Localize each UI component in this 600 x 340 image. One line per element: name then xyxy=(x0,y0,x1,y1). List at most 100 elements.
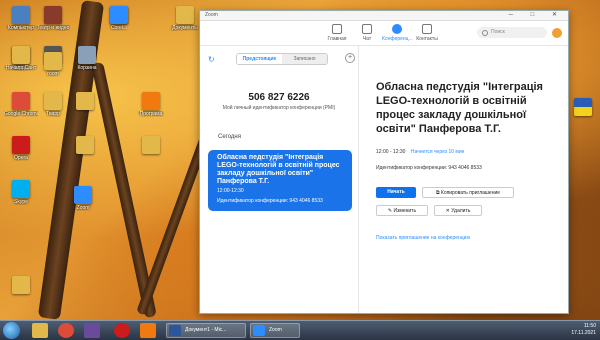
search-input[interactable]: Поиск xyxy=(477,27,547,38)
desktop-icon[interactable]: Тварр xyxy=(36,92,70,117)
app-icon xyxy=(78,46,96,64)
app-icon xyxy=(12,6,30,24)
meetings-tabs: Предстоящие Записано xyxy=(236,53,328,65)
copy-invite-button[interactable]: ⧉ Копировать приглашение xyxy=(422,187,514,198)
app-icon xyxy=(76,136,94,154)
system-clock[interactable]: 11:50 17.11.2021 xyxy=(571,323,596,337)
start-button[interactable]: Начать xyxy=(376,187,416,198)
desktop-icon[interactable] xyxy=(68,92,102,111)
desktop-icon[interactable]: Opera xyxy=(4,136,38,161)
chrome-icon[interactable] xyxy=(58,323,74,338)
explorer-icon[interactable] xyxy=(32,323,48,338)
meetings-list-pane: ↻ Предстоящие Записано + 506 827 6226 Мо… xyxy=(200,45,359,313)
app-icon xyxy=(74,186,92,204)
task-zoom-label: Zoom xyxy=(269,327,282,333)
add-meeting-icon[interactable]: + xyxy=(345,53,355,63)
start-button[interactable] xyxy=(3,322,20,339)
meeting-card[interactable]: Обласна педстудія "Інтеграція LEGO-техно… xyxy=(208,150,352,211)
app-icon xyxy=(12,276,30,294)
desktop-icon-flag[interactable] xyxy=(566,98,600,116)
opera-icon[interactable] xyxy=(114,323,130,338)
copy-invite-label: Копировать приглашение xyxy=(440,190,501,196)
nav-chat-label: Чат xyxy=(362,36,372,42)
desktop-icon-label: Начало Сайт xyxy=(5,65,37,71)
desktop-icon[interactable]: room xyxy=(36,52,70,77)
meeting-id: Идентификатор конференции: 943 4046 8533 xyxy=(376,165,482,171)
nav-meetings[interactable]: Конференц... xyxy=(382,24,413,42)
desktop-icon[interactable]: Театр и видео xyxy=(36,6,70,31)
app-icon xyxy=(176,6,194,24)
contacts-icon xyxy=(422,24,432,34)
media-icon[interactable] xyxy=(84,323,100,338)
pmi-label: Мой личный идентификатор конференции (PM… xyxy=(222,105,336,111)
app-icon xyxy=(44,92,62,110)
app-icon xyxy=(142,136,160,154)
app-icon xyxy=(76,92,94,110)
nav-meetings-label: Конференц... xyxy=(382,36,413,42)
desktop-icon[interactable]: Zoom xyxy=(66,186,100,211)
search-placeholder: Поиск xyxy=(491,29,505,35)
desktop-icon[interactable]: Компьютер xyxy=(4,6,38,31)
refresh-icon[interactable]: ↻ xyxy=(208,55,215,64)
desktop-icon[interactable] xyxy=(102,6,136,25)
app-icon xyxy=(12,46,30,64)
desktop-icon[interactable] xyxy=(134,136,168,155)
nav-chat[interactable]: Чат xyxy=(352,24,382,42)
nav-contacts-label: Контакты xyxy=(416,36,438,42)
zoom-window: Zoom ─ □ ✕ Главная Чат Конференц... Конт… xyxy=(199,10,569,314)
show-invite-link[interactable]: Показать приглашение на конференцию xyxy=(376,235,470,241)
desktop-icon-label: Google Chrome xyxy=(4,111,38,117)
tab-upcoming[interactable]: Предстоящие xyxy=(237,54,282,64)
meeting-time-range: 12:00 - 12:30 xyxy=(376,149,406,155)
desktop-icon-label: Zoom xyxy=(76,205,90,211)
app-icon xyxy=(110,6,128,24)
desktop-icon-label: Тварр xyxy=(46,111,60,117)
task-word[interactable]: Документ1 - Mic... xyxy=(166,323,246,338)
desktop-icon-label: Компьютер xyxy=(8,25,34,31)
app-icon xyxy=(44,6,62,24)
meeting-card-time: 12:00-12:30 xyxy=(217,188,244,194)
desktop-icon[interactable]: Корзина xyxy=(70,46,104,71)
section-today: Сегодня xyxy=(218,134,241,140)
top-nav: Главная Чат Конференц... Контакты Поиск xyxy=(200,21,568,46)
edit-label: Изменить xyxy=(393,208,417,214)
desktop-icon[interactable]: Програма xyxy=(134,92,168,117)
chat-icon xyxy=(362,24,372,34)
task-word-label: Документ1 - Mic... xyxy=(185,327,227,333)
app-icon xyxy=(44,52,62,70)
window-controls[interactable]: ─ □ ✕ xyxy=(509,11,565,18)
desktop-icon-label: Корзина xyxy=(77,65,97,71)
meeting-time: 12:00 - 12:30 Начнется через 10 мин xyxy=(376,149,464,155)
settings-icon[interactable] xyxy=(140,323,156,338)
desktop-icon[interactable] xyxy=(4,276,38,295)
word-icon xyxy=(169,325,181,336)
desktop-icon[interactable]: Google Chrome xyxy=(4,92,38,117)
desktop-icon[interactable] xyxy=(68,136,102,155)
app-icon xyxy=(142,92,160,110)
edit-button[interactable]: ✎ Изменить xyxy=(376,205,428,216)
meeting-detail-pane: Обласна педстудія "Інтеграція LEGO-техно… xyxy=(359,45,568,313)
desktop-icon[interactable]: Skype xyxy=(4,180,38,205)
nav-home[interactable]: Главная xyxy=(322,24,352,42)
avatar[interactable] xyxy=(552,28,562,38)
home-icon xyxy=(332,24,342,34)
desktop-icon[interactable]: Начало Сайт xyxy=(4,46,38,71)
delete-button[interactable]: ✕ Удалить xyxy=(434,205,482,216)
window-title: Zoom xyxy=(205,12,218,18)
zoom-icon xyxy=(253,325,265,336)
meetings-icon xyxy=(392,24,402,34)
meeting-card-title: Обласна педстудія "Інтеграція LEGO-техно… xyxy=(217,154,340,185)
nav-contacts[interactable]: Контакты xyxy=(412,24,442,42)
app-icon xyxy=(12,92,30,110)
desktop-icon-label: Театр и видео xyxy=(36,25,70,31)
meeting-title: Обласна педстудія "Інтеграція LEGO-техно… xyxy=(376,81,543,135)
tab-recorded[interactable]: Записано xyxy=(282,54,327,64)
pmi-number[interactable]: 506 827 6226 xyxy=(200,92,358,103)
desktop-icon-label: room xyxy=(47,71,59,77)
desktop-icon-label: Skype xyxy=(14,199,28,205)
desktop-icon-label: Opera xyxy=(14,155,28,161)
desktop-icon[interactable]: Документы xyxy=(168,6,202,31)
task-zoom[interactable]: Zoom xyxy=(250,323,300,338)
nav-home-label: Главная xyxy=(327,36,347,42)
flag-icon xyxy=(574,98,592,116)
